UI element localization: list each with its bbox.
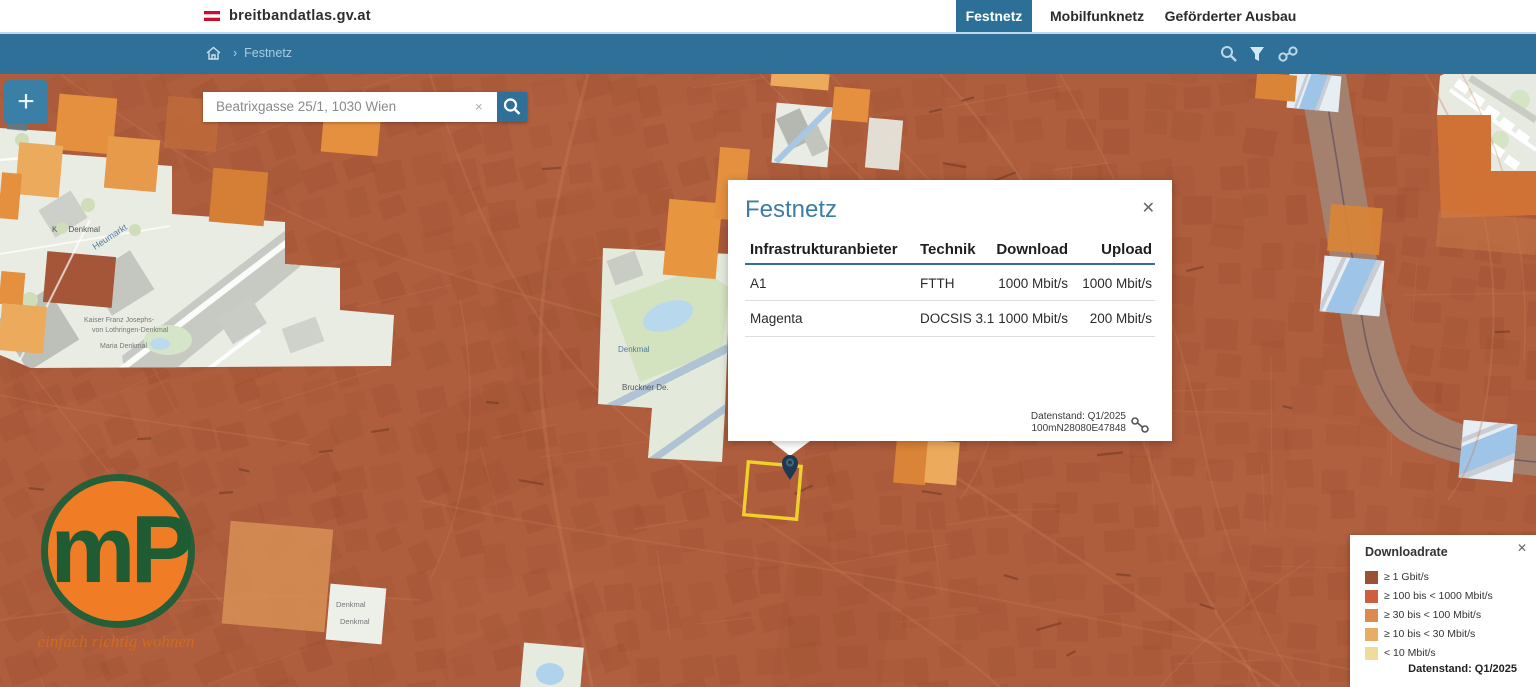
svg-text:Denkmal: Denkmal — [336, 600, 366, 609]
svg-text:von Lothringen-Denkmal: von Lothringen-Denkmal — [92, 327, 169, 334]
svg-text:Denkmal: Denkmal — [618, 345, 650, 354]
svg-text:Denkmal: Denkmal — [340, 617, 370, 626]
svg-text:Bruckner De.: Bruckner De. — [622, 383, 669, 392]
svg-text:Kaiser Franz Josephs-: Kaiser Franz Josephs- — [84, 317, 155, 324]
svg-text:+: + — [17, 85, 35, 118]
svg-text:Maria Denkmal: Maria Denkmal — [100, 343, 148, 350]
